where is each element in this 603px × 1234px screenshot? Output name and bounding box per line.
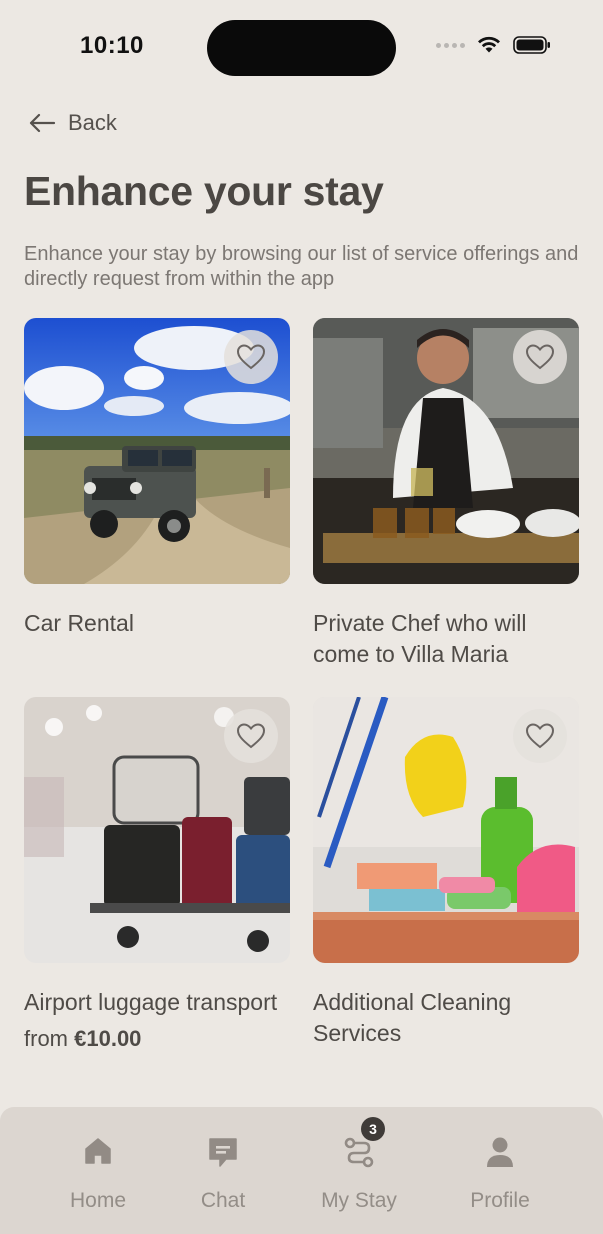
favorite-button[interactable] (513, 330, 567, 384)
heart-icon (525, 344, 555, 370)
chat-icon (209, 1138, 237, 1167)
service-card-cleaning[interactable]: Additional Cleaning Services (313, 697, 579, 1049)
service-title: Car Rental (24, 610, 134, 636)
service-title: Private Chef who will come to Villa Mari… (313, 610, 527, 667)
favorite-button[interactable] (513, 709, 567, 763)
profile-icon (487, 1137, 513, 1167)
nav-item-chat[interactable]: Chat (163, 1107, 283, 1234)
dynamic-island (207, 20, 396, 76)
service-card-airport-luggage[interactable]: Airport luggage transport from €10.00 (24, 697, 290, 1052)
bottom-nav: Home Chat 3 My Stay Profile (0, 1107, 603, 1234)
status-bar: 10:10 (0, 0, 603, 96)
service-card-car-rental[interactable]: Car Rental (24, 318, 290, 639)
wifi-icon (478, 36, 500, 53)
service-image-airport-luggage (24, 697, 290, 963)
nav-item-home[interactable]: Home (38, 1107, 158, 1234)
service-card-private-chef[interactable]: Private Chef who will come to Villa Mari… (313, 318, 579, 670)
nav-item-my-stay[interactable]: 3 My Stay (299, 1107, 419, 1234)
status-time: 10:10 (80, 32, 144, 59)
favorite-button[interactable] (224, 330, 278, 384)
notification-badge: 3 (361, 1117, 385, 1141)
nav-label: Chat (200, 1189, 246, 1212)
service-title: Additional Cleaning Services (313, 989, 512, 1046)
arrow-left-icon (29, 113, 56, 133)
battery-icon (513, 36, 550, 54)
page-subtitle: Enhance your stay by browsing our list o… (24, 243, 579, 290)
back-label: Back (68, 110, 117, 135)
service-image-car-rental (24, 318, 290, 584)
nav-label: Profile (470, 1189, 530, 1212)
price-prefix: from (24, 1026, 75, 1051)
favorite-button[interactable] (224, 709, 278, 763)
service-price: from €10.00 (24, 1026, 290, 1052)
heart-icon (525, 723, 555, 749)
service-image-private-chef (313, 318, 579, 584)
heart-icon (236, 723, 266, 749)
signal-icon (436, 42, 465, 48)
home-icon (85, 1138, 111, 1164)
price-value: €10.00 (74, 1026, 142, 1051)
status-icons (436, 36, 551, 54)
service-image-cleaning (313, 697, 579, 963)
page-title: Enhance your stay (24, 168, 384, 214)
nav-label: My Stay (321, 1189, 397, 1212)
heart-icon (236, 344, 266, 370)
nav-item-profile[interactable]: Profile (440, 1107, 560, 1234)
back-button[interactable]: Back (28, 110, 117, 136)
service-title: Airport luggage transport (24, 989, 278, 1015)
nav-label: Home (69, 1189, 127, 1212)
